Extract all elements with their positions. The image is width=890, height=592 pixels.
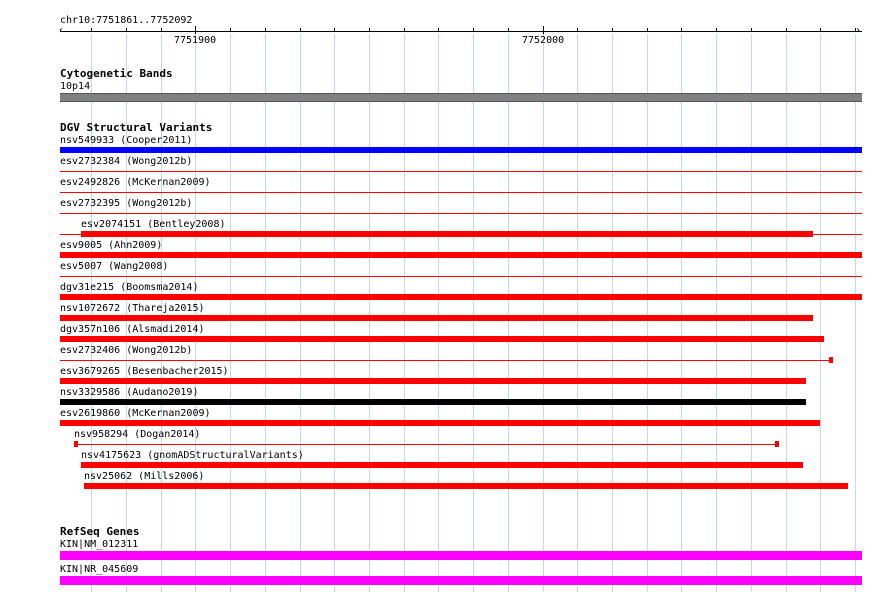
ruler-minor-tick [161,28,162,32]
ruler-minor-tick [91,28,92,32]
grid-line [334,34,335,592]
cytoband-label: 10p14 [60,81,91,92]
dgv-feature-label: esv3679265 (Besenbacher2015) [60,366,229,377]
dgv-feature-bar[interactable] [80,231,814,237]
ruler-minor-tick [300,28,301,32]
dgv-feature-label: nsv3329586 (Audano2019) [60,387,199,398]
dgv-feature-line[interactable] [73,444,779,445]
grid-line [647,34,648,592]
ruler-left-arrow-icon: ‹ [58,25,65,36]
dgv-feature-label: esv2732406 (Wong2012b) [60,345,193,356]
dgv-feature-bar[interactable] [60,336,824,342]
ruler-minor-tick [126,28,127,32]
dgv-feature-bar[interactable] [60,420,821,426]
dgv-feature-label: dgv357n106 (Alsmadi2014) [60,324,205,335]
ruler-minor-tick [577,28,578,32]
grid-line [612,34,613,592]
ruler-tick-label: 7752000 [522,35,565,46]
grid-line [751,34,752,592]
ruler-minor-tick [473,28,474,32]
dgv-feature-label: nsv549933 (Cooper2011) [60,135,193,146]
ruler-minor-tick [681,28,682,32]
grid-line [786,34,787,592]
grid-line [230,34,231,592]
dgv-feature-label: esv2619860 (McKernan2009) [60,408,211,419]
ruler-minor-tick [230,28,231,32]
dgv-feature-line[interactable] [60,213,862,214]
dgv-feature-label: esv2732384 (Wong2012b) [60,156,193,167]
grid-line [820,34,821,592]
ruler-minor-tick [508,28,509,32]
ruler-major-tick [543,26,544,34]
dgv-feature-label: esv5007 (Wang2008) [60,261,169,272]
dgv-feature-line[interactable] [60,276,862,277]
ruler-minor-tick [369,28,370,32]
dgv-feature-label: esv2492826 (McKernan2009) [60,177,211,188]
ruler-minor-tick [716,28,717,32]
dgv-feature-label: dgv31e215 (Boomsma2014) [60,282,199,293]
grid-line [577,34,578,592]
grid-line [681,34,682,592]
dgv-feature-bar[interactable] [84,483,849,489]
dgv-feature-bar[interactable] [60,378,807,384]
refseq-track-title: RefSeq Genes [60,525,140,538]
grid-line [855,34,856,592]
grid-line [473,34,474,592]
dgv-feature-label: esv9005 (Ahn2009) [60,240,163,251]
dgv-feature-bar[interactable] [60,294,862,300]
dgv-feature-label: esv2732395 (Wong2012b) [60,198,193,209]
dgv-feature-bar[interactable] [80,462,803,468]
refseq-gene-bar[interactable] [60,576,862,585]
dgv-feature-label: esv2074151 (Bentley2008) [81,219,226,230]
grid-line [369,34,370,592]
cytoband-track-title: Cytogenetic Bands [60,67,173,80]
ruler-minor-tick [820,28,821,32]
refseq-gene-label: KIN|NM_012311 [60,539,139,550]
ruler-minor-tick [786,28,787,32]
refseq-gene-bar[interactable] [60,551,862,560]
ruler-minor-tick [334,28,335,32]
ruler-minor-tick [404,28,405,32]
dgv-track-title: DGV Structural Variants [60,121,213,134]
cytoband-bar[interactable] [60,93,862,102]
ruler-minor-tick [438,28,439,32]
ruler-minor-tick [751,28,752,32]
ruler-minor-tick [647,28,648,32]
refseq-gene-label: KIN|NR_045609 [60,564,139,575]
dgv-feature-label: nsv4175623 (gnomADStructuralVariants) [81,450,304,461]
dgv-feature-bar[interactable] [60,315,814,321]
grid-line [404,34,405,592]
dgv-feature-bar[interactable] [60,147,862,153]
dgv-feature-label: nsv1072672 (Thareja2015) [60,303,205,314]
dgv-feature-line[interactable] [60,171,862,172]
dgv-feature-line[interactable] [60,360,831,361]
dgv-feature-bar[interactable] [60,252,862,258]
locus-label: chr10:7751861..7752092 [60,15,193,26]
grid-line [543,34,544,592]
dgv-feature-endcap[interactable] [774,441,779,447]
dgv-feature-label: nsv958294 (Dogan2014) [74,429,201,440]
grid-line [300,34,301,592]
grid-line [716,34,717,592]
dgv-feature-label: nsv25062 (Mills2006) [84,471,205,482]
ruler-tick-label: 7751900 [174,35,217,46]
ruler-major-tick [195,26,196,34]
ruler-minor-tick [265,28,266,32]
dgv-feature-endcap[interactable] [828,357,833,363]
genome-browser-viewer[interactable]: chr10:7751861..7752092 ‹ › 7751900 775200… [0,0,890,592]
dgv-feature-bar[interactable] [60,399,807,405]
grid-line [508,34,509,592]
ruler-minor-tick [855,28,856,32]
grid-line [438,34,439,592]
dgv-feature-line[interactable] [60,192,862,193]
ruler-minor-tick [612,28,613,32]
ruler-line [60,31,862,32]
dgv-feature-endcap[interactable] [73,441,78,447]
grid-line [265,34,266,592]
